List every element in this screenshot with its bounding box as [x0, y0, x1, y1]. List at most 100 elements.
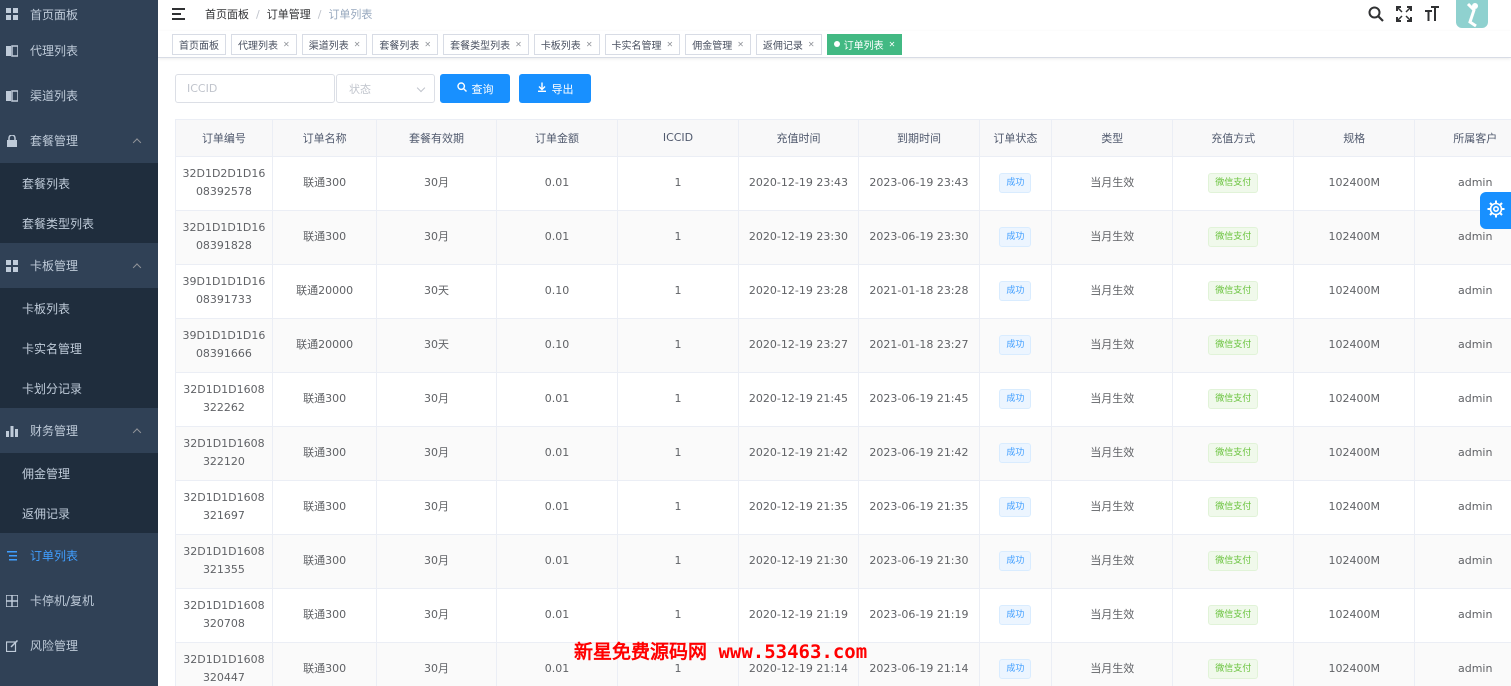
table-row: 32D1D1D1D16 08391828 联通300 30月 0.01 1 2020-12-… [176, 210, 1511, 265]
iccid-cell: 1 [617, 534, 739, 589]
validity-cell: 30月 [376, 642, 497, 686]
order-name-cell: 联通300 [272, 156, 378, 211]
expire-time-cell: 2021-01-18 23:28 [858, 264, 980, 319]
table-row: 32D1D2D1D16 08392578 联通300 30月 0.01 1 2020-12-… [176, 156, 1511, 211]
breadcrumb: 首页面板 / 订单管理 / 订单列表 [205, 6, 372, 22]
amount-cell: 0.01 [496, 210, 619, 265]
table-row: 39D1D1D1D16 08391733 联通20000 30天 0.10 1 2020-1… [176, 264, 1511, 319]
validity-cell: 30天 [376, 264, 497, 319]
tag-order-list[interactable]: 订单列表 ✕ [826, 33, 903, 55]
tag-commission[interactable]: 佣金管理 ✕ [685, 33, 751, 55]
tag-label: 渠道列表 [308, 40, 349, 52]
close-icon[interactable]: ✕ [283, 40, 290, 49]
table-row: 32D1D1D1608 321697 联通300 30月 0.01 1 2020-12-19… [176, 480, 1511, 535]
payment-method-badge: 微信支付 [1208, 551, 1259, 571]
breadcrumb-item-order-list: 订单列表 [328, 8, 373, 21]
close-icon[interactable]: ✕ [889, 40, 896, 49]
sidebar-item-risk[interactable]: 风险管理 [0, 623, 158, 668]
package-submenu: 套餐列表 套餐类型列表 [0, 163, 158, 243]
sidebar-item-rebate-record[interactable]: 返佣记录 [0, 493, 158, 533]
iccid-cell: 1 [617, 480, 739, 535]
tag-agent-list[interactable]: 代理列表 ✕ [231, 33, 297, 55]
payment-method-badge: 微信支付 [1208, 173, 1259, 193]
status-badge: 成功 [999, 281, 1032, 301]
validity-cell: 30月 [376, 156, 497, 211]
hamburger-icon[interactable] [172, 7, 188, 21]
sidebar-item-card-suspend[interactable]: 卡停机/复机 [0, 578, 158, 623]
tag-card-realname[interactable]: 卡实名管理 ✕ [604, 33, 681, 55]
close-icon[interactable]: ✕ [354, 40, 361, 49]
order-name-cell: 联通300 [272, 642, 378, 686]
avatar[interactable] [1456, 0, 1488, 28]
sidebar-item-agents[interactable]: 代理列表 [0, 28, 158, 73]
recharge-time-cell: 2020-12-19 21:35 [738, 480, 860, 535]
validity-cell: 30月 [376, 210, 497, 265]
export-button[interactable]: 导出 [519, 74, 591, 103]
search-button-label: 查询 [471, 82, 494, 96]
sidebar-item-order-list[interactable]: 订单列表 [0, 533, 158, 578]
recharge-time-cell: 2020-12-19 23:30 [738, 210, 860, 265]
order-name-cell: 联通300 [272, 480, 378, 535]
sidebar-item-card-division-record[interactable]: 卡划分记录 [0, 368, 158, 408]
tag-package-type-list[interactable]: 套餐类型列表 ✕ [443, 33, 529, 55]
status-badge: 成功 [999, 605, 1032, 625]
search-icon[interactable] [1362, 0, 1390, 28]
fullscreen-icon[interactable] [1390, 0, 1418, 28]
customer-cell: admin [1414, 534, 1511, 589]
tag-package-list[interactable]: 套餐列表 ✕ [372, 33, 439, 55]
sidebar-item-label: 卡停机/复机 [30, 594, 95, 608]
close-icon[interactable]: ✕ [808, 40, 815, 49]
close-icon[interactable]: ✕ [424, 40, 431, 49]
recharge-time-cell: 2020-12-19 23:28 [738, 264, 860, 319]
column-header: 充值方式 [1172, 120, 1294, 157]
close-icon[interactable]: ✕ [586, 40, 593, 49]
close-icon[interactable]: ✕ [667, 40, 674, 49]
search-icon [456, 82, 467, 95]
close-icon[interactable]: ✕ [737, 40, 744, 49]
navbar-right [1362, 0, 1511, 28]
sidebar-item-package-type-list[interactable]: 套餐类型列表 [0, 203, 158, 243]
order-number-cell: 32D1D1D1608 321355 [176, 534, 273, 589]
search-button[interactable]: 查询 [440, 74, 510, 103]
tag-card-list[interactable]: 卡板列表 ✕ [533, 33, 600, 55]
order-number-line: 32D1D1D1608 [183, 383, 265, 396]
order-number-line: 321355 [202, 563, 245, 576]
bar-chart-icon [6, 425, 18, 437]
sidebar-item-commission[interactable]: 佣金管理 [0, 453, 158, 493]
tag-channel-list[interactable]: 渠道列表 ✕ [301, 33, 368, 55]
sidebar-item-channels[interactable]: 渠道列表 [0, 73, 158, 118]
card-grid-icon [6, 259, 18, 272]
customer-cell: admin [1414, 318, 1511, 373]
tag-rebate-record[interactable]: 返佣记录 ✕ [755, 33, 822, 55]
expire-time-cell: 2023-06-19 21:19 [858, 588, 980, 643]
sidebar-item-label: 套餐管理 [30, 134, 79, 148]
payment-method-badge: 微信支付 [1208, 389, 1259, 409]
sidebar-item-dashboard[interactable]: 首页面板 [0, 0, 158, 28]
sidebar-item-card-management[interactable]: 卡板管理 [0, 243, 158, 288]
column-header: 订单编号 [176, 120, 273, 157]
settings-button[interactable] [1480, 192, 1511, 229]
sidebar-item-finance-management[interactable]: 财务管理 [0, 408, 158, 453]
column-header: 充值时间 [738, 120, 860, 157]
validity-cell: 30月 [376, 372, 497, 427]
order-number-cell: 32D1D1D1608 321697 [176, 480, 273, 535]
sidebar-item-package-management[interactable]: 套餐管理 [0, 118, 158, 163]
iccid-cell: 1 [617, 426, 739, 481]
sidebar-item-card-realname[interactable]: 卡实名管理 [0, 328, 158, 368]
sidebar-item-label: 卡板管理 [30, 259, 79, 273]
sidebar-item-package-list[interactable]: 套餐列表 [0, 163, 158, 203]
order-number-line: 32D1D1D1D16 [182, 221, 266, 234]
iccid-input[interactable] [175, 74, 335, 103]
tag-label: 佣金管理 [692, 40, 733, 52]
order-number-line: 08391666 [195, 347, 252, 360]
payment-method-cell: 微信支付 [1172, 534, 1294, 589]
payment-method-cell: 微信支付 [1172, 426, 1294, 481]
sidebar-item-card-list[interactable]: 卡板列表 [0, 288, 158, 328]
font-size-icon[interactable] [1418, 0, 1446, 28]
status-select[interactable]: 状态 [336, 74, 435, 103]
close-icon[interactable]: ✕ [515, 40, 522, 49]
status-cell: 成功 [979, 588, 1052, 643]
tag-dashboard[interactable]: 首页面板 [172, 33, 226, 55]
navbar: 首页面板 / 订单管理 / 订单列表 [158, 0, 1511, 28]
breadcrumb-item-dashboard[interactable]: 首页面板 [205, 6, 249, 22]
